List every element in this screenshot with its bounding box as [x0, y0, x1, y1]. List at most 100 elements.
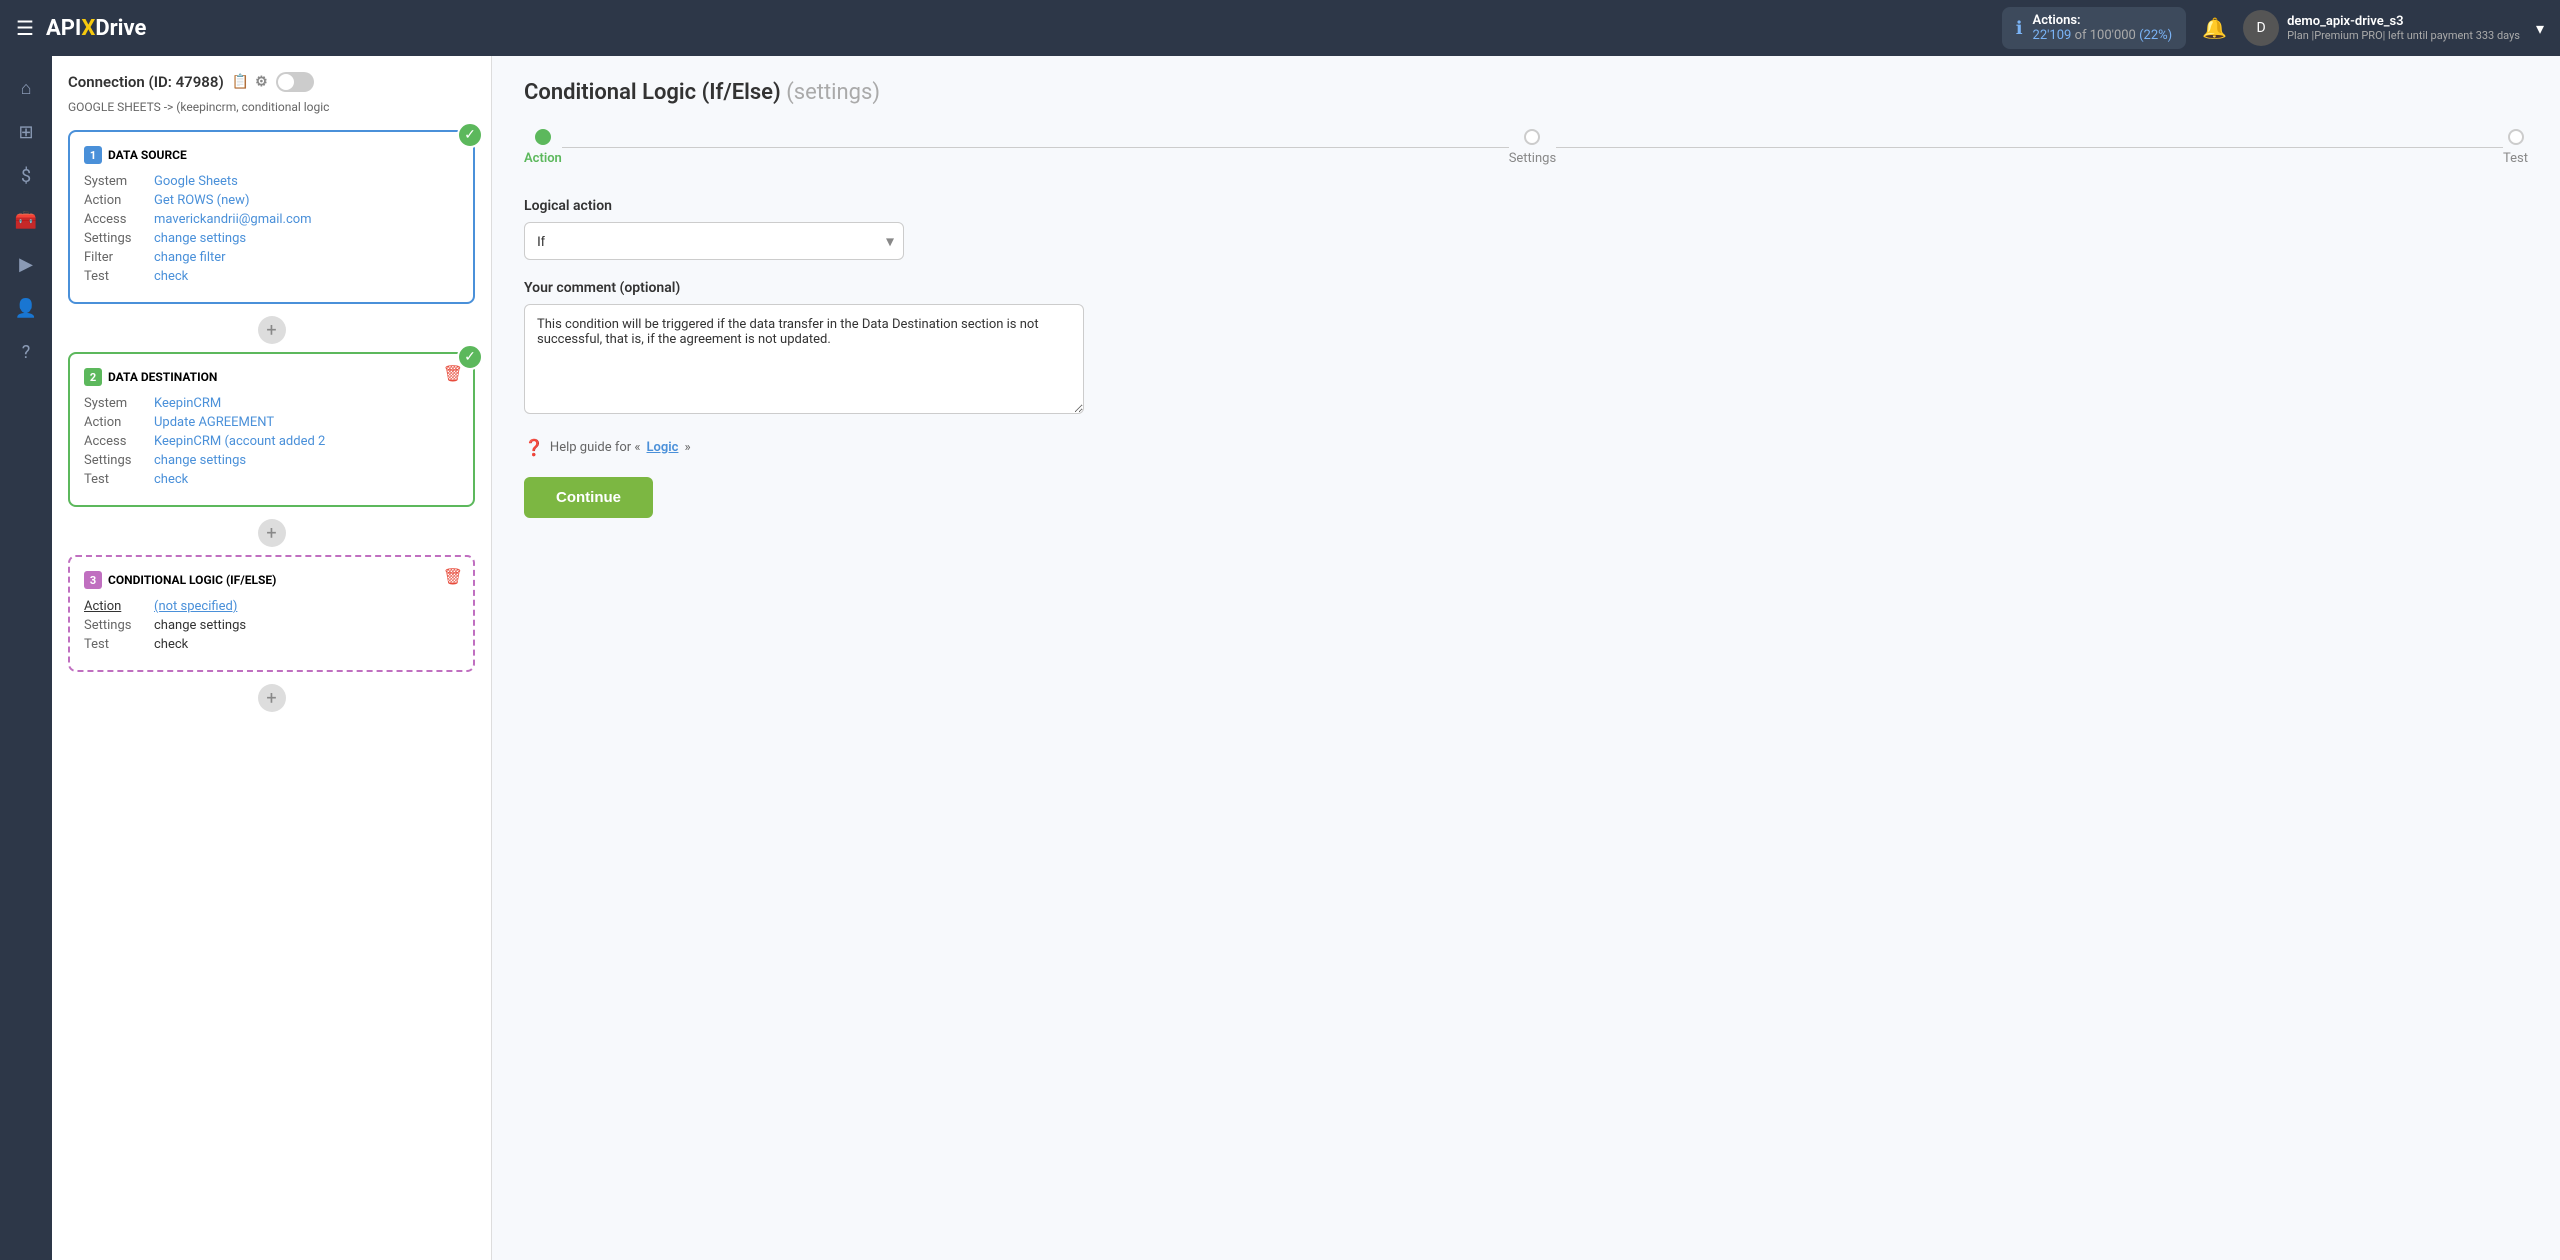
toggle-connection[interactable]: [276, 72, 314, 92]
source-block-title: DATA SOURCE: [108, 148, 187, 162]
source-row-action: Action Get ROWS (new): [84, 193, 459, 208]
logo-api: API: [46, 16, 81, 41]
chevron-down-icon: ▾: [2536, 19, 2544, 38]
source-row-filter: Filter change filter: [84, 250, 459, 265]
source-row-test: Test check: [84, 269, 459, 284]
source-row-access: Access maverickandrii@gmail.com: [84, 212, 459, 227]
user-info: demo_apix-drive_s3 Plan |Premium PRO| le…: [2287, 14, 2520, 42]
destination-test-value[interactable]: check: [154, 472, 188, 487]
step-action-circle: [535, 129, 551, 145]
destination-settings-value[interactable]: change settings: [154, 453, 246, 468]
logical-action-select-wrapper: If Else If Else ▾: [524, 222, 904, 260]
user-name: demo_apix-drive_s3: [2287, 14, 2520, 29]
source-test-value[interactable]: check: [154, 269, 188, 284]
logical-action-group: Logical action If Else If Else ▾: [524, 198, 2528, 260]
add-block-btn-3[interactable]: +: [258, 684, 286, 712]
step-action-label: Action: [524, 151, 562, 166]
sidebar-item-question[interactable]: ?: [6, 332, 46, 372]
add-block-btn-2[interactable]: +: [258, 519, 286, 547]
destination-row-system: System KeepinCRM: [84, 396, 459, 411]
sidebar-item-dollar[interactable]: $: [6, 156, 46, 196]
destination-row-access: Access KeepinCRM (account added 2: [84, 434, 459, 449]
logical-action-label: Logical action: [524, 198, 2528, 214]
destination-row-action: Action Update AGREEMENT: [84, 415, 459, 430]
actions-pct: (22%): [2139, 28, 2172, 43]
connection-header: Connection (ID: 47988) 📋 ⚙: [68, 72, 475, 92]
conditional-settings-value[interactable]: change settings: [154, 618, 246, 633]
source-settings-value[interactable]: change settings: [154, 231, 246, 246]
step-settings-label: Settings: [1509, 151, 1556, 166]
bell-icon[interactable]: 🔔: [2202, 16, 2227, 40]
sidebar: ⌂ ⊞ $ 🧰 ▶ 👤 ?: [0, 56, 52, 1260]
source-row-system: System Google Sheets: [84, 174, 459, 189]
block-destination: ✓ 🗑 2 DATA DESTINATION System KeepinCRM …: [68, 352, 475, 507]
logo-drive: Drive: [95, 16, 146, 41]
source-block-num: 1: [84, 146, 102, 164]
comment-group: Your comment (optional) This condition w…: [524, 280, 2528, 418]
block-source: ✓ 1 DATA SOURCE System Google Sheets Act…: [68, 130, 475, 304]
step-line-1: [562, 147, 1509, 148]
step-test-circle: [2508, 129, 2524, 145]
block-conditional: 🗑 3 CONDITIONAL LOGIC (IF/ELSE) Action (…: [68, 555, 475, 672]
conditional-block-title: CONDITIONAL LOGIC (IF/ELSE): [108, 573, 276, 587]
destination-access-value[interactable]: KeepinCRM (account added 2: [154, 434, 325, 449]
sidebar-item-home[interactable]: ⌂: [6, 68, 46, 108]
conditional-action-value[interactable]: (not specified): [154, 599, 237, 614]
step-line-2: [1556, 147, 2503, 148]
conditional-row-test: Test check: [84, 637, 459, 652]
destination-action-value[interactable]: Update AGREEMENT: [154, 415, 274, 430]
actions-label: Actions:: [2033, 13, 2173, 28]
source-system-value[interactable]: Google Sheets: [154, 174, 238, 189]
destination-system-value[interactable]: KeepinCRM: [154, 396, 221, 411]
step-test: Test: [2503, 129, 2528, 166]
source-access-value[interactable]: maverickandrii@gmail.com: [154, 212, 312, 227]
help-text-prefix: Help guide for «: [550, 440, 641, 455]
right-panel: Conditional Logic (If/Else) (settings) A…: [492, 56, 2560, 1260]
destination-row-settings: Settings change settings: [84, 453, 459, 468]
comment-textarea[interactable]: This condition will be triggered if the …: [524, 304, 1084, 414]
sidebar-item-person[interactable]: 👤: [6, 288, 46, 328]
source-check-badge: ✓: [457, 122, 483, 148]
topnav: ☰ APIXDrive ℹ Actions: 22'109 of 100'000…: [0, 0, 2560, 56]
main-container: Connection (ID: 47988) 📋 ⚙ GOOGLE SHEETS…: [52, 56, 2560, 1260]
actions-limit: 100'000: [2090, 28, 2136, 43]
info-icon: ℹ: [2016, 18, 2023, 39]
add-block-btn-1[interactable]: +: [258, 316, 286, 344]
help-row: ❓ Help guide for «Logic»: [524, 438, 2528, 457]
conditional-block-num: 3: [84, 571, 102, 589]
actions-of: of: [2075, 28, 2087, 43]
source-action-value[interactable]: Get ROWS (new): [154, 193, 249, 208]
copy-icon[interactable]: 📋: [232, 74, 249, 90]
conditional-row-settings: Settings change settings: [84, 618, 459, 633]
user-section[interactable]: D demo_apix-drive_s3 Plan |Premium PRO| …: [2243, 10, 2544, 46]
logical-action-select[interactable]: If Else If Else: [524, 222, 904, 260]
step-action: Action: [524, 129, 562, 166]
step-settings-circle: [1524, 129, 1540, 145]
page-title: Conditional Logic (If/Else) (settings): [524, 80, 2528, 105]
actions-used: 22'109: [2033, 28, 2072, 43]
left-panel: Connection (ID: 47988) 📋 ⚙ GOOGLE SHEETS…: [52, 56, 492, 1260]
source-filter-value[interactable]: change filter: [154, 250, 226, 265]
conditional-test-value[interactable]: check: [154, 637, 188, 652]
sidebar-item-youtube[interactable]: ▶: [6, 244, 46, 284]
destination-block-num: 2: [84, 368, 102, 386]
conditional-trash-icon[interactable]: 🗑: [443, 567, 463, 586]
connection-subtitle: GOOGLE SHEETS -> (keepincrm, conditional…: [68, 100, 475, 114]
steps-row: Action Settings Test: [524, 129, 2528, 166]
logo[interactable]: APIXDrive: [46, 16, 146, 41]
destination-trash-icon[interactable]: 🗑: [443, 364, 463, 383]
continue-button[interactable]: Continue: [524, 477, 653, 518]
destination-block-title: DATA DESTINATION: [108, 370, 217, 384]
sidebar-item-briefcase[interactable]: 🧰: [6, 200, 46, 240]
menu-icon[interactable]: ☰: [16, 16, 34, 40]
connection-title: Connection (ID: 47988): [68, 73, 224, 91]
settings-icon[interactable]: ⚙: [255, 74, 268, 90]
actions-badge: ℹ Actions: 22'109 of 100'000 (22%): [2002, 7, 2187, 49]
sidebar-item-diagram[interactable]: ⊞: [6, 112, 46, 152]
help-question-icon: ❓: [524, 438, 544, 457]
user-plan: Plan |Premium PRO| left until payment 33…: [2287, 29, 2520, 42]
help-link[interactable]: Logic: [647, 440, 679, 455]
conditional-row-action: Action (not specified): [84, 599, 459, 614]
actions-value: 22'109 of 100'000 (22%): [2033, 28, 2173, 43]
comment-label: Your comment (optional): [524, 280, 2528, 296]
